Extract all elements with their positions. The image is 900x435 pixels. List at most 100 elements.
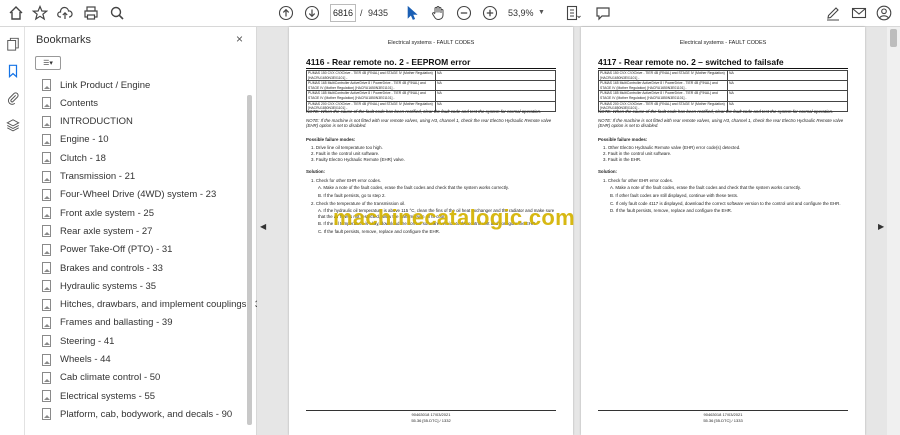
search-icon[interactable]	[107, 3, 127, 23]
bookmark-item[interactable]: Contents	[42, 95, 98, 111]
bookmarks-panel: Bookmarks × ☰▾ Link Product / Engine Cont…	[25, 27, 265, 435]
hand-tool-icon[interactable]	[428, 3, 448, 23]
bookmark-item[interactable]: Rear axle system - 27	[42, 223, 152, 239]
model-cell: PUMAS 165 MultiController ActiveDrive 8 …	[598, 80, 728, 92]
bookmark-label: Power Take-Off (PTO) - 31	[60, 244, 173, 256]
bookmark-item[interactable]: Cab climate control - 50	[42, 370, 160, 386]
value-cell: NA	[435, 90, 556, 102]
bookmark-label: Link Product / Engine	[60, 79, 151, 91]
applicability-table: PUMAS 150 CVX CVXDrive - TIER 4B (FINAL)…	[598, 69, 848, 112]
bookmark-page-icon	[42, 133, 51, 146]
select-cursor-icon[interactable]	[402, 3, 422, 23]
bookmark-item[interactable]: Clutch - 18	[42, 150, 106, 166]
value-cell: NA	[727, 80, 848, 92]
print-icon[interactable]	[81, 3, 101, 23]
bookmark-label: Brakes and controls - 33	[60, 262, 163, 274]
previous-page-icon[interactable]	[276, 3, 296, 23]
bookmark-item[interactable]: Frames and ballasting - 39	[42, 315, 172, 331]
note: NOTE: When the cause of the fault code h…	[306, 109, 542, 114]
bookmark-options-button[interactable]: ☰▾	[35, 56, 61, 70]
edit-sign-icon[interactable]	[823, 3, 843, 23]
bookmark-item[interactable]: Wheels - 44	[42, 352, 111, 368]
bookmark-item[interactable]: Four-Wheel Drive (4WD) system - 23	[42, 187, 216, 203]
document-scroll-thumb[interactable]	[890, 29, 897, 47]
toolbar: 6816 / 9435 53,9% ▼	[0, 0, 900, 27]
model-cell: PUMAS 185 MultiController ActiveDrive 8 …	[598, 90, 728, 102]
solution-step: B. If other fault codes are still displa…	[610, 192, 739, 198]
bookmark-page-icon	[42, 335, 51, 348]
model-cell: PUMAS 185 MultiController ActiveDrive 8 …	[306, 90, 436, 102]
bookmark-label: Rear axle system - 27	[60, 225, 153, 237]
bookmark-page-icon	[42, 243, 51, 256]
next-page-icon[interactable]	[302, 3, 322, 23]
bookmark-label: Transmission - 21	[60, 171, 136, 182]
upload-cloud-icon[interactable]	[55, 3, 75, 23]
page-footer-doc-id: 90463018 17/03/2021	[703, 412, 743, 417]
chevron-down-icon[interactable]: ▼	[538, 9, 545, 16]
value-cell: NA	[435, 80, 556, 92]
page-thumbnails-icon[interactable]	[4, 35, 21, 52]
bookmark-label: Frames and ballasting - 39	[60, 317, 173, 329]
account-icon[interactable]	[874, 3, 894, 23]
attachments-icon[interactable]	[4, 89, 21, 106]
bookmark-star-icon[interactable]	[30, 3, 50, 23]
home-icon[interactable]	[6, 3, 26, 23]
page-header: Electrical systems - FAULT CODES	[679, 40, 767, 46]
table-row: PUMAS 165 MultiController ActiveDrive 8 …	[306, 80, 556, 92]
bookmark-label: Engine - 10	[60, 134, 109, 146]
page-number-input[interactable]: 6816	[330, 4, 356, 22]
bookmark-item[interactable]: Hitches, drawbars, and implement couplin…	[42, 297, 265, 313]
collapse-right-arrow-icon[interactable]: ▶	[878, 222, 884, 231]
layers-icon[interactable]	[4, 116, 21, 133]
value-cell: NA	[435, 69, 556, 82]
bookmark-page-icon	[42, 207, 51, 220]
bookmark-label: Platform, cab, bodywork, and decals - 90	[60, 408, 233, 420]
zoom-out-icon[interactable]	[454, 3, 474, 23]
bookmark-item[interactable]: Link Product / Engine	[42, 77, 150, 93]
bookmark-label: Cab climate control - 50	[60, 372, 161, 384]
bookmark-item[interactable]: Power Take-Off (PTO) - 31	[42, 242, 172, 258]
bookmark-item[interactable]: Transmission - 21	[42, 169, 135, 185]
zoom-in-icon[interactable]	[480, 3, 500, 23]
close-icon[interactable]: ×	[236, 32, 243, 46]
bookmarks-panel-icon[interactable]	[4, 62, 21, 79]
bookmark-page-icon	[42, 152, 51, 165]
bookmark-page-icon	[42, 262, 51, 274]
fault-code-title: 4117 - Rear remote no. 2 – switched to f…	[598, 57, 848, 69]
comment-icon[interactable]	[593, 3, 613, 23]
failure-mode-item: 3. Faulty Electro Hydraulic Remote (EHR)…	[311, 156, 405, 162]
document-scrollbar[interactable]	[887, 27, 900, 435]
zoom-level-select[interactable]: 53,9%	[508, 4, 554, 22]
bookmark-label: Hydraulic systems - 35	[60, 280, 157, 292]
solution-step: 1. Check for other EHR error codes.	[311, 177, 382, 183]
bookmark-page-icon	[42, 316, 51, 329]
bookmark-item[interactable]: Electrical systems - 55	[42, 388, 155, 404]
bookmark-page-icon	[42, 79, 51, 91]
bookmark-item[interactable]: Steering - 41	[42, 333, 114, 349]
bookmark-page-icon	[42, 408, 51, 421]
bookmark-item[interactable]: Brakes and controls - 33	[42, 260, 163, 276]
bookmark-item[interactable]: Hydraulic systems - 35	[42, 278, 156, 294]
page-fit-icon[interactable]	[563, 3, 583, 23]
pdf-page-right: Electrical systems - FAULT CODES 4117 - …	[581, 27, 865, 435]
bookmark-label: Contents	[60, 97, 99, 109]
bookmark-item[interactable]: INTRODUCTION	[42, 114, 133, 130]
bookmark-item[interactable]: Front axle system - 25	[42, 205, 154, 221]
page-body: NOTE: When the cause of the fault code h…	[598, 109, 848, 214]
bookmark-label: Front axle system - 25	[60, 207, 154, 219]
bookmark-page-icon	[42, 390, 51, 403]
bookmark-item[interactable]: Platform, cab, bodywork, and decals - 90	[42, 406, 232, 422]
mail-icon[interactable]	[849, 3, 869, 23]
collapse-left-arrow-icon[interactable]: ◀	[260, 222, 266, 231]
bookmark-item[interactable]: Engine - 10	[42, 132, 109, 148]
bookmark-label: Electrical systems - 55	[60, 390, 156, 402]
bookmark-label: INTRODUCTION	[60, 116, 133, 128]
page-footer-doc-id: 90463018 17/03/2021	[411, 412, 451, 417]
bookmark-page-icon	[42, 225, 51, 238]
value-cell: NA	[727, 90, 848, 102]
bookmarks-scrollbar[interactable]	[247, 95, 252, 425]
bookmark-label: Hitches, drawbars, and implement couplin…	[60, 299, 266, 311]
section-heading: Possible failure modes:	[598, 136, 648, 142]
table-row: PUMAS 150 CVX CVXDrive - TIER 4B (FINAL)…	[306, 69, 556, 82]
watermark-text: machinecatalogic.com	[333, 205, 575, 230]
